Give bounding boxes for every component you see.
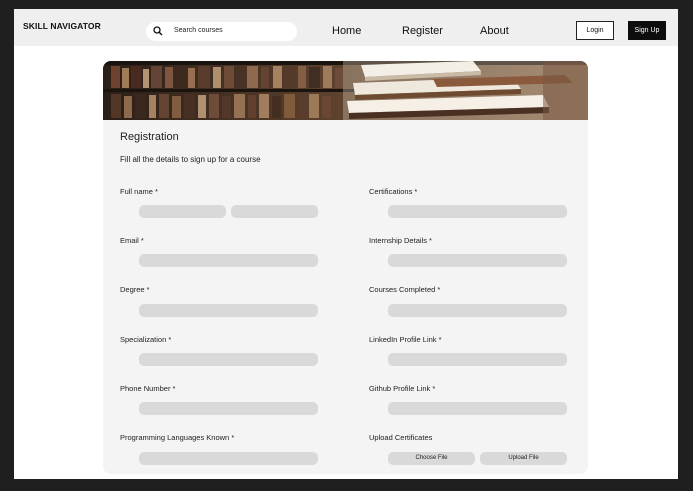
choose-file-button[interactable]: Choose File: [388, 452, 475, 465]
search-bar[interactable]: Search courses: [146, 22, 297, 41]
languages-input[interactable]: [139, 452, 318, 465]
github-label: Github Profile Link *: [369, 384, 436, 393]
degree-label: Degree *: [120, 285, 150, 294]
courses-label: Courses Completed *: [369, 285, 441, 294]
phone-label: Phone Number *: [120, 384, 176, 393]
linkedin-input[interactable]: [388, 353, 567, 366]
books-banner-image: [103, 61, 588, 120]
banner-illustration: [103, 61, 588, 120]
linkedin-label: LinkedIn Profile Link *: [369, 335, 442, 344]
specialization-input[interactable]: [139, 353, 318, 366]
nav-register[interactable]: Register: [402, 25, 443, 37]
courses-input[interactable]: [388, 304, 567, 317]
internship-input[interactable]: [388, 254, 567, 267]
signup-button[interactable]: Sign Up: [628, 21, 666, 40]
login-button[interactable]: Login: [576, 21, 614, 40]
upload-label: Upload Certificates: [369, 433, 433, 442]
specialization-label: Specialization *: [120, 335, 172, 344]
last-name-input[interactable]: [231, 205, 318, 218]
internship-label: Internship Details *: [369, 236, 432, 245]
registration-card: Registration Fill all the details to sig…: [103, 61, 588, 474]
certifications-label: Certifications *: [369, 187, 418, 196]
email-input[interactable]: [139, 254, 318, 267]
search-input[interactable]: Search courses: [174, 27, 223, 34]
email-label: Email *: [120, 236, 144, 245]
phone-input[interactable]: [139, 402, 318, 415]
upload-file-button[interactable]: Upload File: [480, 452, 567, 465]
degree-input[interactable]: [139, 304, 318, 317]
nav-about[interactable]: About: [480, 25, 509, 37]
brand-logo[interactable]: SKILL NAVIGATOR: [23, 21, 101, 31]
form-title: Registration: [120, 131, 179, 143]
app-window: SKILL NAVIGATOR Search courses Home Regi…: [14, 9, 678, 479]
full-name-label: Full name *: [120, 187, 158, 196]
languages-label: Programming Languages Known *: [120, 433, 235, 442]
first-name-input[interactable]: [139, 205, 226, 218]
form-subtitle: Fill all the details to sign up for a co…: [120, 155, 261, 164]
github-input[interactable]: [388, 402, 567, 415]
search-icon: [153, 26, 163, 36]
certifications-input[interactable]: [388, 205, 567, 218]
navbar: SKILL NAVIGATOR Search courses Home Regi…: [14, 9, 678, 46]
nav-home[interactable]: Home: [332, 25, 361, 37]
